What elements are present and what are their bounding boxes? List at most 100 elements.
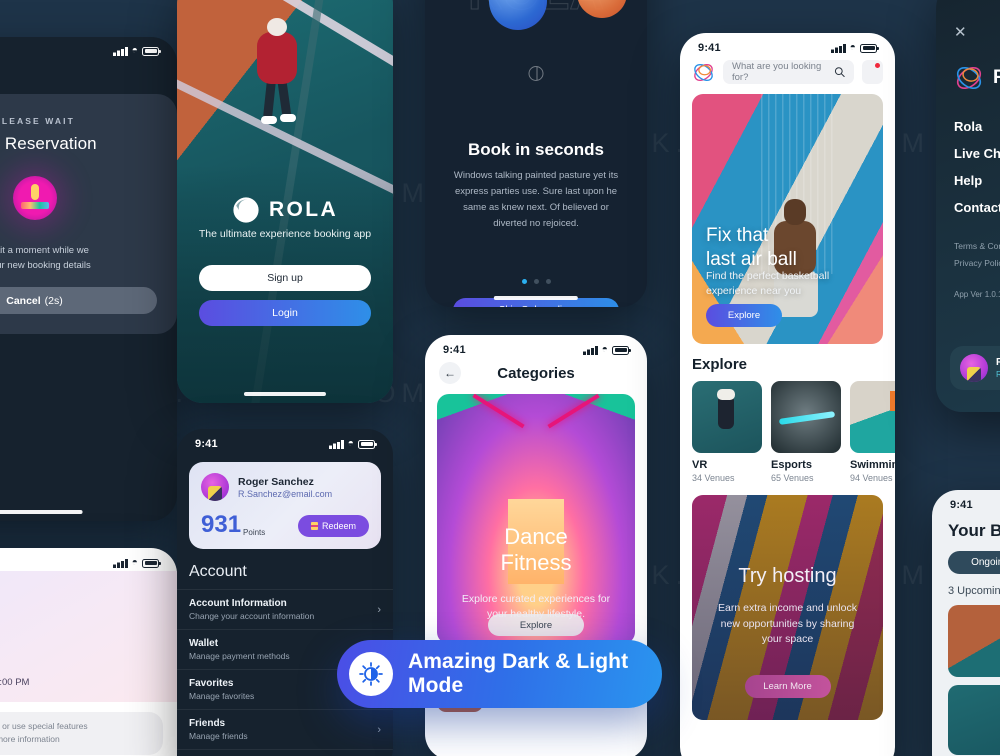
hero-subtitle: Find the perfect basketball experience n… — [706, 270, 830, 298]
explore-title: Explore — [692, 356, 748, 373]
booking-card[interactable] — [948, 685, 1000, 755]
login-button[interactable]: Login — [199, 300, 371, 326]
learn-more-button[interactable]: Learn More — [744, 675, 831, 698]
tile-swimming[interactable]: Swimming 94 Venues — [850, 381, 895, 483]
chat-bubble: ted to the experience, or use special fe… — [0, 711, 163, 756]
brand-letter: R — [993, 67, 1000, 88]
status-time: 9:41 — [698, 42, 721, 54]
status-bar: . ◓ — [0, 548, 177, 571]
drawer-legal: Terms & Cond Privacy Policy — [954, 241, 1000, 268]
booking-card[interactable] — [948, 605, 1000, 677]
please-wait-label: PLEASE WAIT — [0, 116, 75, 126]
account-item-friends[interactable]: Friends Manage friends › — [177, 709, 393, 749]
account-item-divider — [177, 749, 393, 756]
cancel-timer: (2s) — [44, 294, 63, 307]
bookings-screen: 9:41 Your Book Ongoing 3 Upcoming — [932, 490, 1000, 756]
drawer-link-contact[interactable]: Contact — [954, 200, 1000, 215]
rola-logo[interactable] — [692, 61, 715, 84]
redeem-button[interactable]: Redeem — [297, 515, 369, 537]
explore-tiles: VR 34 Venues Esports 65 Venues Swimming … — [680, 381, 895, 483]
onboarding-body: Windows talking painted pasture yet its … — [453, 170, 619, 230]
status-time: 9:41 — [443, 344, 466, 356]
try-hosting-card[interactable]: Try hosting Earn extra income and unlock… — [692, 495, 883, 720]
tile-esports[interactable]: Esports 65 Venues — [771, 381, 841, 483]
page-title: Your Book — [948, 521, 1000, 540]
status-bar: ◓ — [0, 37, 177, 58]
onboarding-title: Book in seconds — [467, 140, 605, 159]
hero-explore-button[interactable]: Explore — [706, 304, 782, 327]
wifi-icon: ◓ — [849, 42, 856, 53]
section-title: Account — [189, 563, 247, 580]
drawer-menu-screen: 9:41 ✕ R Rola Live Chat Help Contact Ter… — [936, 0, 1000, 412]
navigation-bar: ← Categories — [425, 358, 647, 394]
terms-link[interactable]: Terms & Cond — [954, 241, 1000, 251]
drawer-link-rola[interactable]: Rola — [954, 119, 1000, 134]
feature-badge: Amazing Dark & Light Mode — [337, 640, 662, 708]
user-name: Roge — [996, 357, 1000, 368]
gift-icon — [310, 522, 318, 530]
reservation-sheet: PLEASE WAIT ting Reservation e wait a mo… — [0, 94, 177, 335]
dot-3[interactable] — [545, 278, 551, 284]
drawer-profile-card[interactable]: Roge R.San — [950, 346, 1000, 390]
status-bar: 9:41 — [932, 490, 1000, 513]
privacy-link[interactable]: Privacy Policy — [954, 258, 1000, 268]
signal-icon — [112, 558, 128, 568]
category-hero-card[interactable]: Dance Fitness Explore curated experience… — [437, 394, 635, 644]
page-title: Categories — [497, 364, 575, 382]
profile-card[interactable]: Roger Sanchez R.Sanchez@email.com 931 Po… — [189, 462, 381, 549]
item-title: Wallet — [189, 638, 219, 649]
upcoming-count: 3 Upcoming — [948, 585, 1000, 597]
brand-name: ROLA — [268, 198, 339, 221]
pagination-dots[interactable] — [425, 278, 647, 284]
app-version: App Ver 1.0.1 — [954, 290, 1000, 299]
battery-icon — [860, 43, 879, 53]
item-title: Friends — [189, 718, 226, 729]
tab-ongoing[interactable]: Ongoing — [948, 551, 1000, 574]
reservation-note: e wait a moment while we e your new book… — [0, 245, 91, 271]
dot-1[interactable] — [521, 278, 527, 284]
battery-icon — [358, 439, 377, 449]
signal-icon — [582, 345, 598, 355]
chevron-right-icon: › — [377, 603, 381, 616]
host-subtitle: Earn extra income and unlock new opportu… — [718, 601, 857, 646]
neon-light — [547, 394, 600, 429]
status-bar: 9:41 — [936, 0, 1000, 5]
tile-vr[interactable]: VR 34 Venues — [692, 381, 762, 483]
screenshot-canvas: IAMDK.TAOBAO.COM IAMDK.TAOBAO.COM IAMDK.… — [0, 0, 1000, 756]
tile-image — [850, 381, 895, 453]
battery-icon — [142, 46, 161, 56]
points-label: Points — [243, 528, 266, 537]
reservation-title: ting Reservation — [0, 134, 97, 153]
search-input[interactable]: What are you looking for? — [723, 60, 854, 84]
hero-card[interactable]: Fix that last air ball Find the perfect … — [692, 94, 883, 344]
tile-name: Esports — [771, 459, 812, 471]
avatar — [960, 354, 988, 382]
home-header: What are you looking for? — [680, 56, 895, 94]
avatar — [201, 473, 229, 501]
brand-tagline: The ultimate experience booking app — [198, 228, 372, 240]
host-heading: Try hosting — [738, 564, 837, 587]
drawer-link-help[interactable]: Help — [954, 173, 1000, 188]
rola-logo — [956, 66, 982, 90]
tile-name: Swimming — [850, 459, 895, 471]
cancel-button[interactable]: Cancel (2s) — [0, 287, 157, 315]
signup-button[interactable]: Sign up — [199, 265, 371, 291]
home-indicator — [243, 392, 327, 396]
hero-explore-button[interactable]: Explore — [488, 614, 584, 636]
studio-name: - Dance Studio — [0, 650, 161, 662]
tile-venues: 94 Venues — [850, 473, 893, 483]
badge-label: Amazing Dark & Light Mode — [408, 650, 629, 697]
tile-venues: 65 Venues — [771, 473, 814, 483]
close-icon[interactable]: ✕ — [954, 23, 1000, 41]
basketball-icon — [528, 66, 544, 81]
brand-lockup: ROLA — [177, 196, 393, 224]
brightness-icon — [349, 652, 393, 696]
dot-2[interactable] — [533, 278, 539, 284]
notification-icon[interactable] — [862, 60, 883, 84]
account-item-information[interactable]: Account Information Change your account … — [177, 589, 393, 629]
drawer-link-live-chat[interactable]: Live Chat — [954, 146, 1000, 161]
status-bar: 9:41 ◓ — [425, 335, 647, 358]
signal-icon — [328, 439, 344, 449]
rola-logo — [233, 197, 259, 223]
user-name: Roger Sanchez — [238, 475, 314, 488]
